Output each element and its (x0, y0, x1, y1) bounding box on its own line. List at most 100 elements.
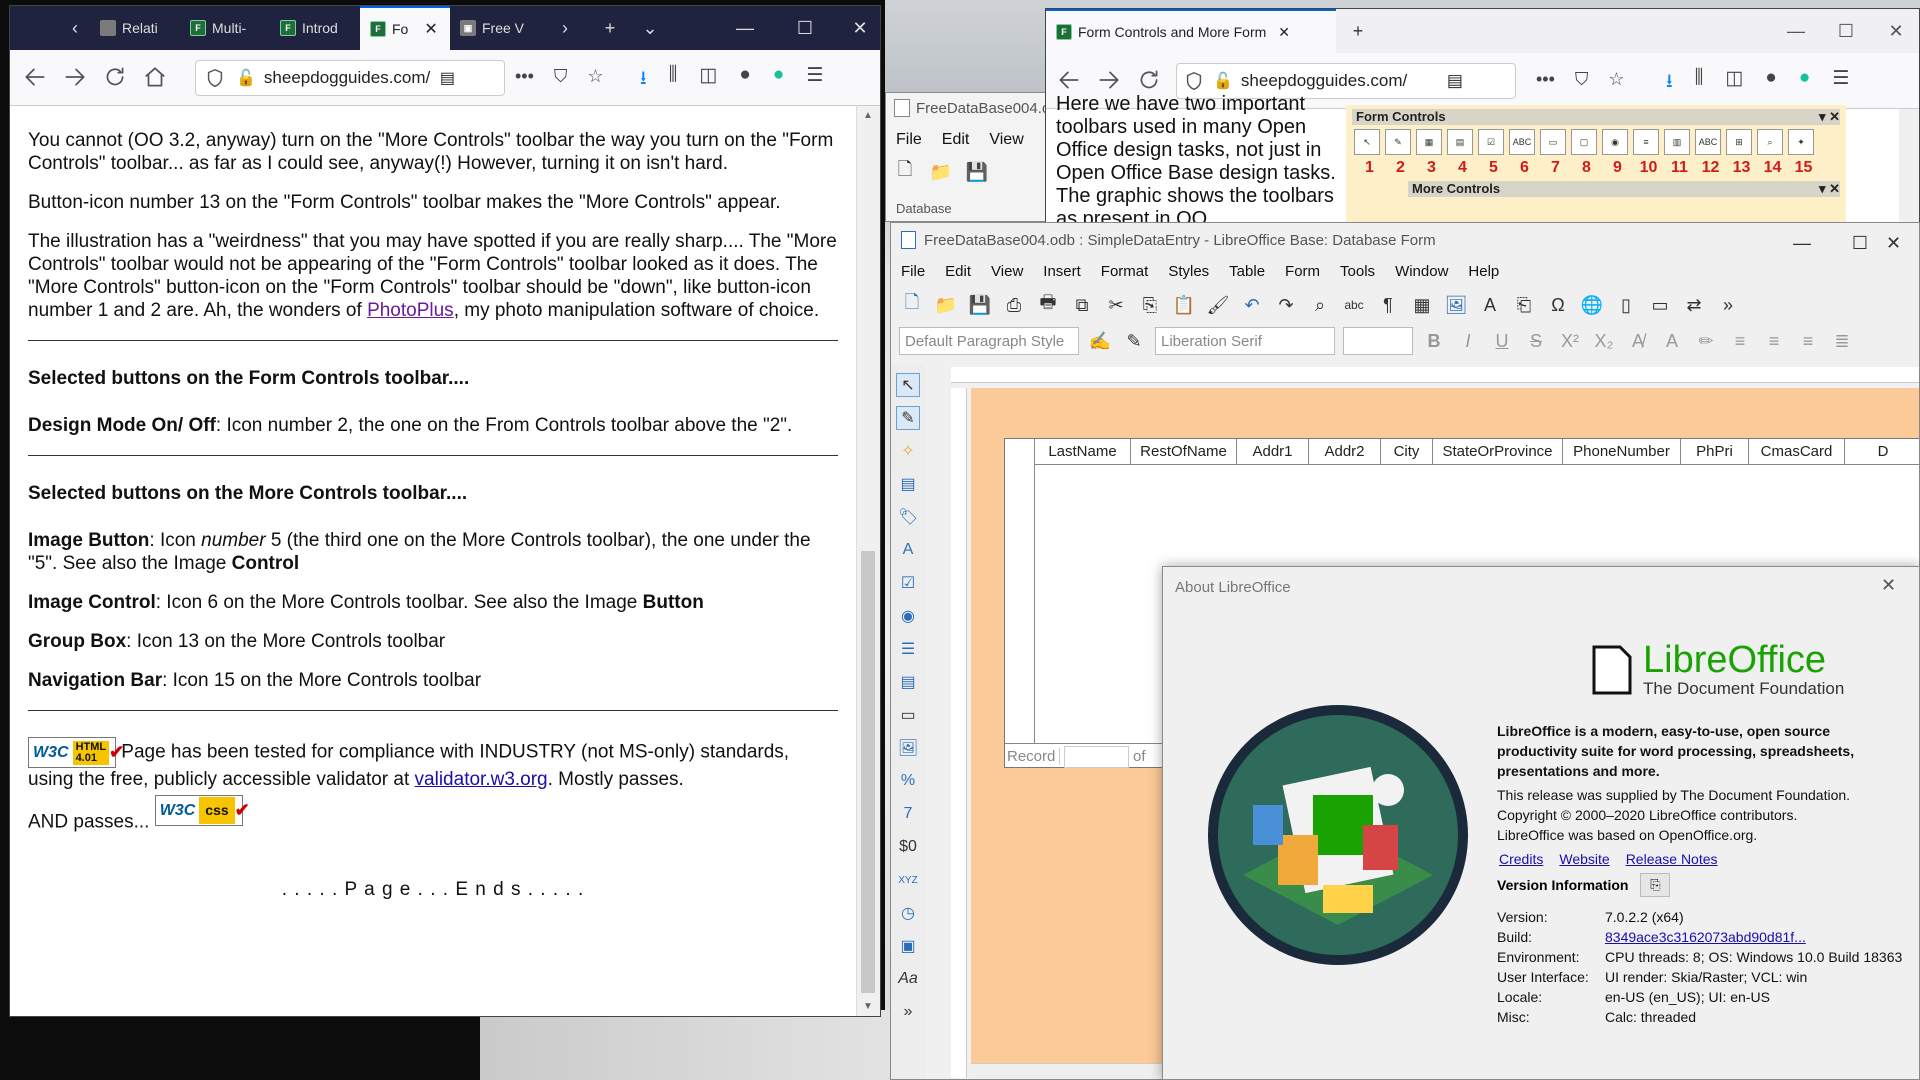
reader-view-icon[interactable]: ▤ (440, 68, 455, 88)
copy-version-icon[interactable]: ⎘ (1640, 873, 1671, 897)
menu-tools[interactable]: Tools (1330, 263, 1385, 280)
forward-icon[interactable] (1096, 67, 1122, 93)
tab-scroll-left[interactable]: ‹ (60, 6, 90, 50)
column-header[interactable]: City (1381, 439, 1433, 465)
menu-view[interactable]: View (979, 131, 1033, 149)
toolbar-overflow-icon[interactable]: » (1715, 292, 1741, 318)
new-tab-button[interactable]: + (590, 6, 630, 50)
record-number-field[interactable] (1064, 745, 1129, 768)
close-button[interactable]: ✕ (1866, 223, 1919, 263)
control-wizards-icon[interactable]: ✧ (896, 439, 920, 463)
url-bar[interactable]: 🔓 sheepdogguides.com/ ▤ (195, 60, 505, 96)
column-header[interactable]: Addr2 (1309, 439, 1381, 465)
comment-icon[interactable]: ▭ (1647, 292, 1673, 318)
minimize-button[interactable]: — (1776, 9, 1816, 53)
left-browser-window[interactable]: ‹ Relati F Multi- F Introd F Fo ✕ ▣ Free V › … (9, 5, 881, 1017)
find-replace-icon[interactable]: ⌕ (1307, 292, 1333, 318)
menu-view[interactable]: View (981, 263, 1033, 280)
grammarly-icon[interactable]: ● (1799, 67, 1810, 99)
combo-box-icon[interactable]: ▤ (896, 670, 920, 694)
spelling-icon[interactable]: abc (1341, 292, 1367, 318)
font-name-box[interactable]: Liberation Serif (1155, 327, 1335, 355)
menu-styles[interactable]: Styles (1158, 263, 1219, 280)
undo-icon[interactable]: ↶ (1239, 292, 1265, 318)
column-header[interactable]: RestOfName (1131, 439, 1237, 465)
superscript-icon[interactable]: X² (1557, 328, 1583, 354)
maximize-button[interactable]: ☐ (785, 6, 825, 50)
time-field-icon[interactable]: ◷ (896, 901, 920, 925)
download-icon[interactable]: ⭳ (640, 64, 647, 96)
menu-table[interactable]: Table (1219, 263, 1275, 280)
photoplus-link[interactable]: PhotoPlus (367, 300, 454, 321)
open-folder-icon[interactable]: 📁 (933, 292, 959, 318)
image-button-icon[interactable]: 🖼 (896, 736, 920, 760)
footnote-icon[interactable]: ▯ (1613, 292, 1639, 318)
check-box-icon[interactable]: ☑ (896, 571, 920, 595)
new-style-icon[interactable]: ✎ (1121, 328, 1147, 354)
download-icon[interactable]: ⭳ (1666, 67, 1673, 99)
column-header[interactable]: StateOrProvince (1433, 439, 1563, 465)
page-break-icon[interactable]: ⎗ (1511, 292, 1537, 318)
list-box-icon[interactable]: ☰ (896, 637, 920, 661)
library-icon[interactable]: ⫼ (1695, 67, 1704, 99)
open-folder-icon[interactable]: 📁 (928, 159, 954, 185)
insecure-lock-icon[interactable]: 🔓 (236, 68, 256, 88)
export-pdf-icon[interactable]: ⎙ (1001, 292, 1027, 318)
select-icon[interactable]: ↖ (896, 373, 920, 397)
back-icon[interactable] (1056, 67, 1082, 93)
sidebar-overflow-icon[interactable]: » (896, 1000, 920, 1024)
column-header[interactable]: D (1845, 439, 1919, 465)
scroll-up-icon[interactable]: ▲ (863, 110, 873, 121)
tab-introd[interactable]: F Introd (270, 6, 360, 50)
clone-icon[interactable]: 🖌 (1205, 292, 1231, 318)
menu-insert[interactable]: Insert (1033, 263, 1091, 280)
special-character-icon[interactable]: Ω (1545, 292, 1571, 318)
paste-icon[interactable]: 📋 (1171, 292, 1197, 318)
tab-multi[interactable]: F Multi- (180, 6, 270, 50)
font-color-icon[interactable]: A (1659, 328, 1685, 354)
close-tab-icon[interactable]: ✕ (424, 19, 437, 39)
pocket-icon[interactable]: ⛉ (554, 66, 568, 87)
design-mode-icon[interactable]: ✎ (896, 406, 920, 430)
validator-link[interactable]: validator.w3.org (415, 769, 548, 790)
new-icon[interactable]: 🗋 (899, 292, 925, 318)
push-button-icon[interactable]: ▭ (896, 703, 920, 727)
library-icon[interactable]: ⫼ (669, 64, 678, 96)
tab-free[interactable]: ▣ Free V (450, 6, 540, 50)
tab-relati[interactable]: Relati (90, 6, 180, 50)
currency-field-icon[interactable]: $0 (896, 835, 920, 859)
bookmark-star-icon[interactable]: ☆ (587, 66, 603, 87)
column-header[interactable]: PhPri (1681, 439, 1749, 465)
bold-icon[interactable]: B (1421, 328, 1447, 354)
column-header[interactable]: Addr1 (1237, 439, 1309, 465)
menu-file[interactable]: File (891, 263, 935, 280)
w3c-html-badge[interactable]: W3C HTML 4.01 ✔ (28, 737, 124, 768)
underline-icon[interactable]: U (1489, 328, 1515, 354)
font-size-box[interactable] (1343, 327, 1413, 355)
label-icon[interactable]: 🏷 (896, 505, 920, 529)
menu-icon[interactable]: ☰ (806, 64, 823, 96)
vertical-scrollbar[interactable] (1899, 109, 1919, 222)
highlight-icon[interactable]: ✏ (1693, 328, 1719, 354)
new-tab-button[interactable]: + (1338, 9, 1378, 53)
page-actions-icon[interactable]: ••• (515, 66, 534, 87)
forward-icon[interactable] (62, 64, 88, 90)
formatting-marks-icon[interactable]: ¶ (1375, 292, 1401, 318)
close-window-button[interactable]: ✕ (840, 6, 880, 50)
close-window-button[interactable]: ✕ (1876, 9, 1916, 53)
minimize-button[interactable]: — (1773, 223, 1831, 263)
tab-list-icon[interactable]: ⌄ (630, 6, 670, 50)
scroll-down-icon[interactable]: ▼ (863, 1001, 873, 1012)
minimize-button[interactable]: — (725, 6, 765, 50)
back-icon[interactable] (22, 64, 48, 90)
pocket-icon[interactable]: ⛉ (1575, 69, 1589, 90)
menu-format[interactable]: Format (1091, 263, 1159, 280)
right-browser-window[interactable]: F Form Controls and More Form ✕ + — ☐ ✕ 🔓 … (1045, 8, 1920, 223)
print-preview-icon[interactable]: ⧉ (1069, 292, 1095, 318)
grammarly-icon[interactable]: ● (773, 64, 784, 96)
about-dialog[interactable]: About LibreOffice ✕ LibreOffice The Docu… (1162, 566, 1920, 1080)
tab-scroll-right[interactable]: › (550, 6, 580, 50)
table-icon[interactable]: ▦ (1409, 292, 1435, 318)
shield-icon[interactable] (204, 67, 226, 89)
insecure-lock-icon[interactable]: 🔓 (1213, 71, 1233, 91)
